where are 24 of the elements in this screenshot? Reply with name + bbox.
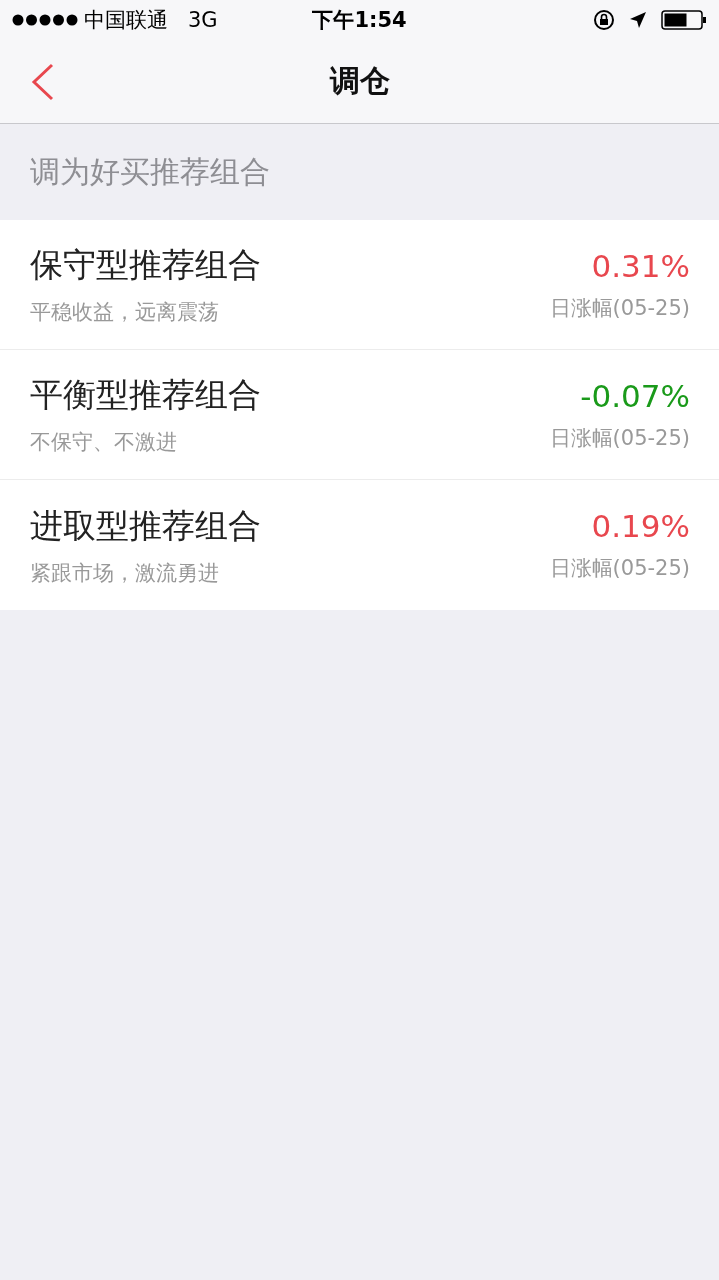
portfolio-name: 平衡型推荐组合 bbox=[30, 374, 261, 416]
battery-icon bbox=[661, 10, 707, 30]
page-title: 调仓 bbox=[329, 62, 390, 100]
section-title: 调为好买推荐组合 bbox=[30, 152, 270, 191]
rotation-lock-icon bbox=[593, 9, 615, 31]
portfolio-item[interactable]: 进取型推荐组合 紧跟市场，激流勇进 0.19% 日涨幅(05-25) bbox=[0, 480, 719, 610]
daily-change: 0.19% bbox=[591, 508, 690, 544]
portfolio-description: 平稳收益，远离震荡 bbox=[30, 299, 220, 326]
change-label: 日涨幅(05-25) bbox=[549, 294, 690, 322]
change-label: 日涨幅(05-25) bbox=[549, 424, 690, 452]
change-label: 日涨幅(05-25) bbox=[549, 555, 690, 582]
portfolio-name: 进取型推荐组合 bbox=[30, 504, 261, 547]
portfolio-description: 紧跟市场，激流勇进 bbox=[30, 559, 220, 587]
carrier-name: 中国联通 bbox=[84, 7, 168, 34]
portfolio-name: 保守型推荐组合 bbox=[30, 244, 261, 286]
status-time: 下午1:54 bbox=[312, 7, 407, 34]
daily-change: 0.31% bbox=[591, 247, 690, 284]
signal-icon bbox=[12, 14, 78, 26]
portfolio-description: 不保守、不激进 bbox=[30, 429, 178, 456]
daily-change: -0.07% bbox=[580, 377, 690, 414]
portfolio-item[interactable]: 平衡型推荐组合 不保守、不激进 -0.07% 日涨幅(05-25) bbox=[0, 350, 719, 480]
network-type: 3G bbox=[188, 8, 218, 32]
location-arrow-icon bbox=[629, 11, 647, 29]
portfolio-item[interactable]: 保守型推荐组合 平稳收益，远离震荡 0.31% 日涨幅(05-25) bbox=[0, 220, 719, 350]
